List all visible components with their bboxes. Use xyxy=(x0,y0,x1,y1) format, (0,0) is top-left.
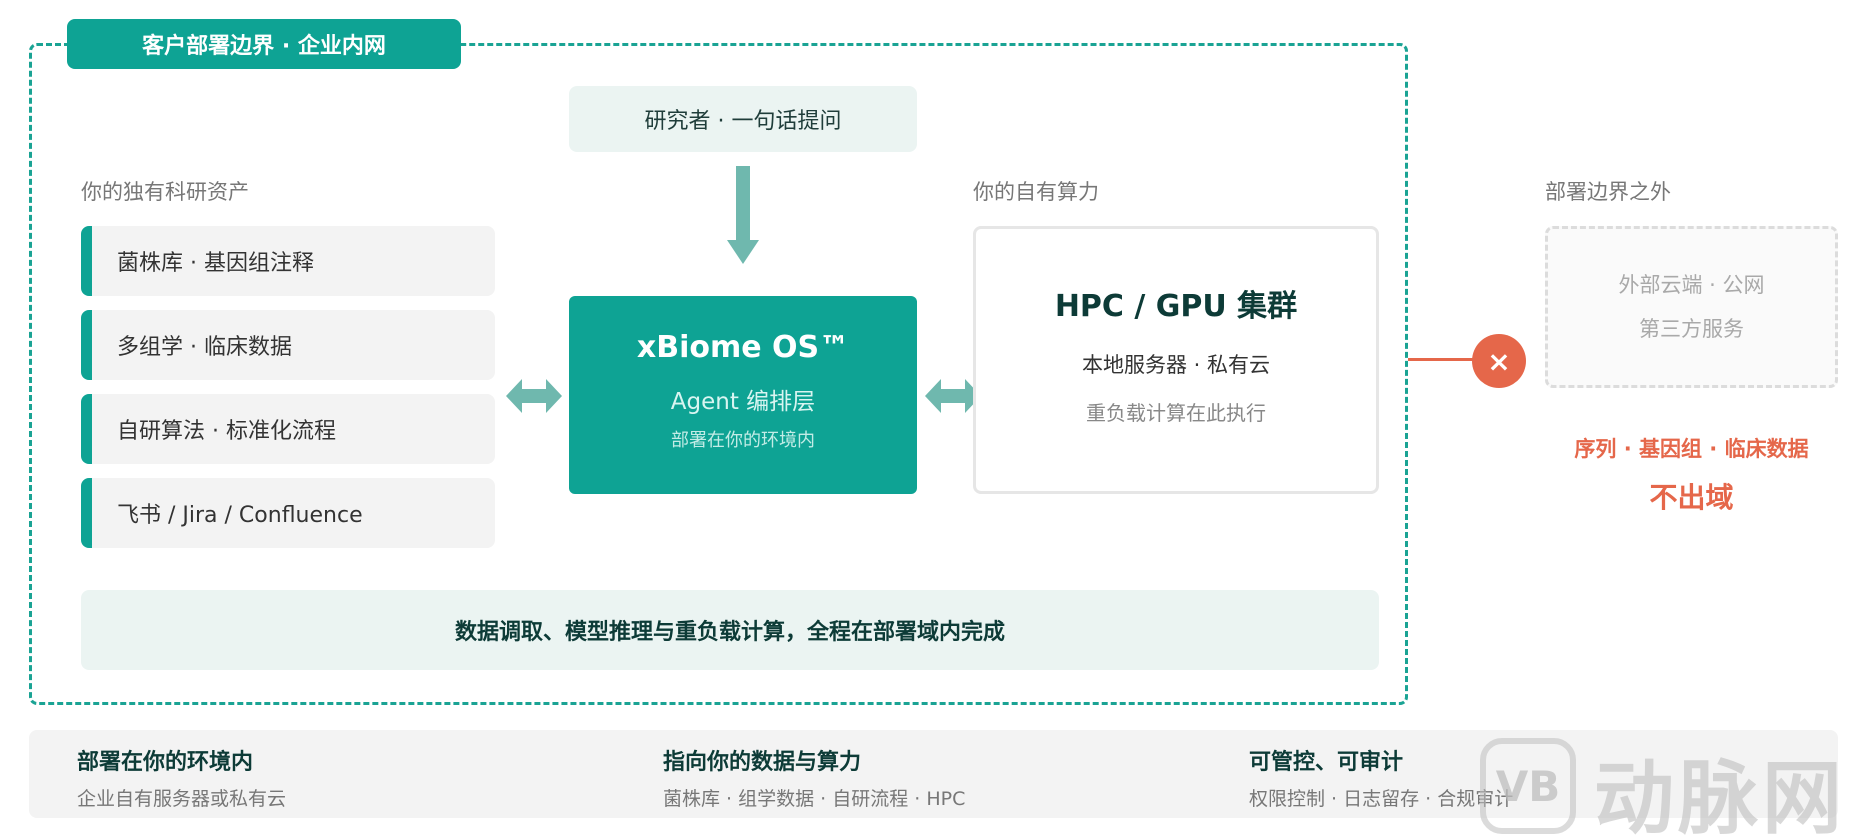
down-arrow-icon xyxy=(727,166,759,264)
compute-heading: 你的自有算力 xyxy=(973,180,1099,204)
core-title: xBiome OS™ xyxy=(636,330,850,365)
asset-item: 多组学 · 临床数据 xyxy=(81,310,495,380)
footer-item: 指向你的数据与算力 菌株库 · 组学数据 · 自研流程 · HPC xyxy=(663,744,965,811)
boundary-tag: 客户部署边界 · 企业内网 xyxy=(67,19,461,69)
footer-title: 可管控、可审计 xyxy=(1249,750,1404,775)
footer-desc: 企业自有服务器或私有云 xyxy=(77,788,287,810)
no-egress-warning: 不出域 xyxy=(1649,481,1734,514)
footer-desc: 权限控制 · 日志留存 · 合规审计 xyxy=(1249,788,1514,810)
external-cloud-label: 外部云端 · 公网 xyxy=(1618,273,1765,297)
asset-item: 飞书 / Jira / Confluence xyxy=(81,478,495,548)
asset-item: 自研算法 · 标准化流程 xyxy=(81,394,495,464)
footer-item: 可管控、可审计 权限控制 · 日志留存 · 合规审计 xyxy=(1249,744,1513,811)
footer-item: 部署在你的环境内 企业自有服务器或私有云 xyxy=(77,744,286,811)
footer-title: 指向你的数据与算力 xyxy=(663,750,862,775)
data-types-warning: 序列 · 基因组 · 临床数据 xyxy=(1574,437,1809,461)
outside-heading: 部署边界之外 xyxy=(1545,180,1671,204)
footer-desc: 菌株库 · 组学数据 · 自研流程 · HPC xyxy=(663,788,966,810)
watermark-text: 动脉网 xyxy=(1594,752,1846,840)
hpc-subtitle: 本地服务器 · 私有云 xyxy=(1081,353,1271,377)
blocked-x-icon: × xyxy=(1472,334,1526,388)
blocked-connection-line xyxy=(1408,358,1475,361)
researcher-box: 研究者 · 一句话提问 xyxy=(569,86,917,152)
xbiome-os-core: xBiome OS™ Agent 编排层 部署在你的环境内 xyxy=(569,296,917,494)
double-arrow-icon xyxy=(506,379,562,413)
third-party-label: 第三方服务 xyxy=(1639,317,1744,341)
summary-bar: 数据调取、模型推理与重负载计算，全程在部署域内完成 xyxy=(81,590,1379,670)
hpc-note: 重负载计算在此执行 xyxy=(1086,401,1266,425)
asset-item: 菌株库 · 基因组注释 xyxy=(81,226,495,296)
hpc-title: HPC / GPU 集群 xyxy=(1054,289,1298,324)
hpc-cluster-box: HPC / GPU 集群 本地服务器 · 私有云 重负载计算在此执行 xyxy=(973,226,1379,494)
footer-title: 部署在你的环境内 xyxy=(77,750,254,775)
core-note: 部署在你的环境内 xyxy=(671,430,815,451)
core-subtitle: Agent 编排层 xyxy=(670,389,816,415)
watermark-logo-icon: VB xyxy=(1480,738,1576,834)
assets-heading: 你的独有科研资产 xyxy=(81,180,249,204)
external-cloud-box: 外部云端 · 公网 第三方服务 xyxy=(1545,226,1838,388)
